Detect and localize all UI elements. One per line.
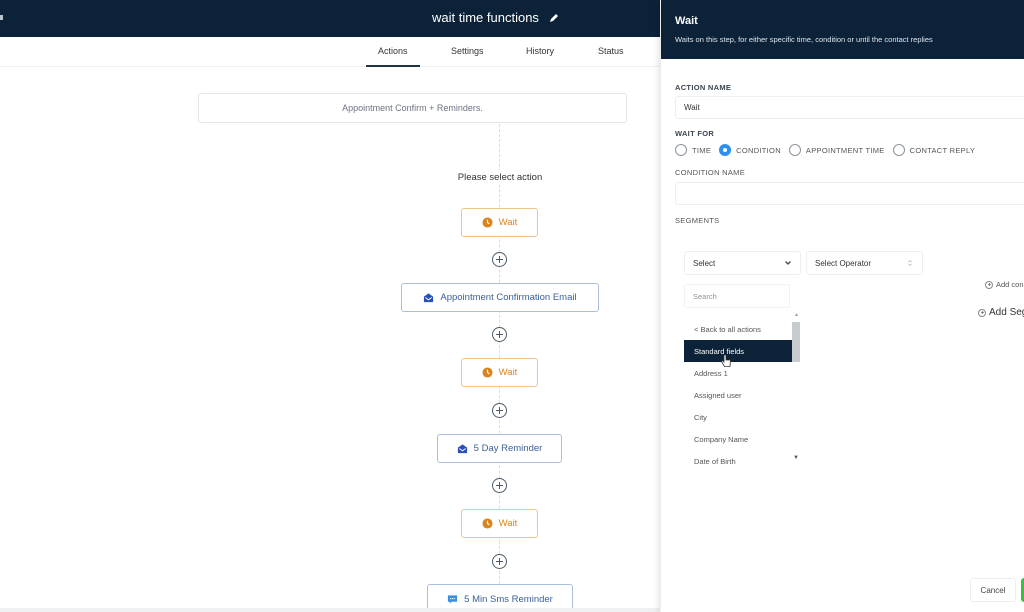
panel-header: Wait Waits on this step, for either spec… bbox=[661, 0, 1024, 59]
field-select-value: Select bbox=[693, 258, 716, 268]
operator-select[interactable]: Select Operator bbox=[806, 251, 923, 275]
dropdown-list: < Back to all actions Standard fields Ad… bbox=[684, 312, 802, 468]
pencil-icon[interactable] bbox=[549, 13, 559, 23]
radio-label: CONTACT REPLY bbox=[909, 145, 976, 155]
radio-contact-reply[interactable]: CONTACT REPLY bbox=[892, 144, 976, 156]
action-node-email[interactable]: 5 Day Reminder bbox=[437, 434, 562, 463]
panel-subtitle: Waits on this step, for either specific … bbox=[675, 35, 933, 44]
operator-select-value: Select Operator bbox=[815, 258, 872, 268]
dropdown-search-input[interactable]: Search bbox=[684, 284, 790, 308]
node-label: 5 Min Sms Reminder bbox=[464, 593, 553, 605]
back-nav-stub[interactable] bbox=[0, 15, 3, 20]
tab-actions[interactable]: Actions bbox=[366, 46, 419, 67]
action-node-wait[interactable]: Wait bbox=[461, 509, 538, 538]
node-label: Wait bbox=[498, 217, 518, 228]
action-node-wait[interactable]: Wait bbox=[461, 358, 538, 387]
email-icon bbox=[424, 293, 434, 303]
field-dropdown-menu: Search < Back to all actions Standard fi… bbox=[684, 284, 802, 466]
add-action-button[interactable] bbox=[492, 403, 507, 418]
add-action-button[interactable] bbox=[492, 252, 507, 267]
add-segment-button[interactable]: Add Seg bbox=[978, 307, 1024, 318]
radio-label: APPOINTMENT TIME bbox=[805, 145, 885, 155]
action-name-label: ACTION NAME bbox=[675, 83, 732, 92]
radio-label: TIME bbox=[692, 145, 712, 155]
clock-icon bbox=[482, 518, 493, 529]
clock-icon bbox=[482, 367, 493, 378]
hand-cursor-icon bbox=[720, 354, 731, 367]
node-label: 5 Day Reminder bbox=[473, 443, 543, 454]
dropdown-group-header: Standard fields bbox=[684, 340, 792, 362]
add-condition-button[interactable]: Add con bbox=[985, 280, 1024, 289]
dropdown-scrollbar[interactable] bbox=[792, 322, 800, 362]
trigger-box[interactable]: Appointment Confirm + Reminders. bbox=[198, 93, 627, 123]
add-action-button[interactable] bbox=[492, 327, 507, 342]
wait-for-label: WAIT FOR bbox=[675, 129, 715, 138]
wait-for-radio-group: TIME CONDITION APPOINTMENT TIME CONTACT … bbox=[675, 144, 983, 156]
scroll-up-arrow[interactable]: ▲ bbox=[794, 312, 799, 318]
tab-settings[interactable]: Settings bbox=[451, 46, 484, 56]
node-label: Wait bbox=[498, 518, 518, 529]
action-name-input[interactable]: Wait bbox=[675, 96, 1024, 119]
action-node-wait[interactable]: Wait bbox=[461, 208, 538, 237]
plus-circle-icon bbox=[978, 308, 986, 317]
sms-icon bbox=[448, 594, 458, 604]
clock-icon bbox=[482, 217, 493, 228]
radio-circle[interactable] bbox=[719, 144, 732, 156]
horizontal-scrollbar[interactable] bbox=[0, 608, 660, 612]
cancel-button[interactable]: Cancel bbox=[970, 578, 1016, 602]
field-select[interactable]: Select bbox=[684, 251, 801, 275]
dropdown-option[interactable]: Address 1 bbox=[684, 362, 792, 384]
email-icon bbox=[457, 444, 467, 454]
radio-condition[interactable]: CONDITION bbox=[719, 144, 781, 156]
panel-title: Wait bbox=[675, 15, 698, 27]
radio-label: CONDITION bbox=[736, 145, 781, 155]
condition-name-label: CONDITION NAME bbox=[675, 168, 746, 177]
condition-name-input[interactable] bbox=[675, 182, 1024, 205]
updown-chevron-icon bbox=[908, 260, 912, 266]
top-header: wait time functions bbox=[0, 0, 660, 37]
dropdown-option[interactable]: Assigned user bbox=[684, 384, 792, 406]
node-label: Appointment Confirmation Email bbox=[440, 292, 577, 303]
radio-circle[interactable] bbox=[892, 144, 905, 156]
action-node-email[interactable]: Appointment Confirmation Email bbox=[401, 283, 599, 312]
trigger-label: Appointment Confirm + Reminders. bbox=[342, 103, 483, 113]
radio-circle[interactable] bbox=[675, 144, 687, 156]
radio-time[interactable]: TIME bbox=[675, 144, 711, 156]
dropdown-option[interactable]: Company Name bbox=[684, 428, 792, 450]
add-segment-label: Add Seg bbox=[989, 307, 1024, 318]
add-action-button[interactable] bbox=[492, 554, 507, 569]
chevron-down-icon bbox=[785, 261, 791, 265]
workflow-title: wait time functions bbox=[432, 10, 559, 25]
dropdown-option[interactable]: Date of Birth bbox=[684, 450, 792, 472]
plus-circle-icon bbox=[985, 280, 993, 289]
segments-label: SEGMENTS bbox=[675, 216, 720, 225]
workflow-canvas: Appointment Confirm + Reminders. Please … bbox=[0, 68, 660, 612]
tab-history[interactable]: History bbox=[526, 46, 554, 56]
scroll-down-arrow[interactable]: ▼ bbox=[793, 455, 799, 461]
add-action-button[interactable] bbox=[492, 478, 507, 493]
workflow-builder: wait time functions Actions Settings His… bbox=[0, 0, 1024, 612]
back-to-all-actions[interactable]: < Back to all actions bbox=[684, 318, 792, 340]
dropdown-option[interactable]: City bbox=[684, 406, 792, 428]
workflow-title-text: wait time functions bbox=[432, 10, 539, 25]
node-label: Wait bbox=[498, 367, 518, 378]
add-condition-label: Add con bbox=[996, 280, 1024, 289]
select-action-prompt[interactable]: Please select action bbox=[440, 170, 560, 185]
radio-appointment-time[interactable]: APPOINTMENT TIME bbox=[788, 144, 885, 156]
radio-circle[interactable] bbox=[788, 144, 801, 156]
tab-bar: Actions Settings History Status bbox=[0, 37, 660, 67]
tab-status[interactable]: Status bbox=[598, 46, 624, 56]
wait-settings-panel: Wait Waits on this step, for either spec… bbox=[661, 0, 1024, 612]
